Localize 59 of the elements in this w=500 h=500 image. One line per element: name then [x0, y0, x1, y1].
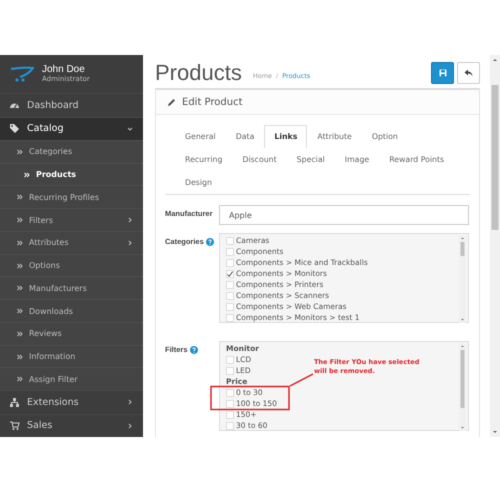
submenu-item[interactable]: Categories — [0, 140, 143, 163]
back-button[interactable] — [457, 62, 480, 84]
chevron-down-icon — [127, 126, 133, 132]
menu-item[interactable]: Extensions — [0, 390, 143, 414]
page-title: Products — [155, 60, 242, 86]
save-button[interactable] — [431, 62, 454, 84]
double-chevron-icon — [17, 354, 23, 360]
cart-logo-icon — [10, 66, 34, 82]
checkbox[interactable] — [226, 400, 234, 408]
menu-item[interactable]: Catalog — [0, 116, 143, 140]
submenu-item[interactable]: Manufacturers — [0, 276, 143, 300]
save-icon — [438, 69, 446, 77]
submenu-item[interactable]: Downloads — [0, 299, 143, 322]
manufacturer-field[interactable]: Apple — [219, 205, 469, 225]
double-chevron-icon — [17, 240, 23, 246]
double-chevron-icon — [24, 172, 30, 178]
submenu-item[interactable]: Filters — [0, 208, 143, 231]
help-icon — [190, 346, 198, 354]
double-chevron-icon — [17, 330, 23, 337]
double-chevron-icon — [17, 217, 23, 224]
double-chevron-icon — [17, 308, 23, 314]
sitemap-icon — [9, 396, 20, 408]
user-name: John Doe — [42, 64, 86, 76]
checkbox[interactable] — [226, 314, 234, 322]
checkbox[interactable] — [226, 410, 234, 418]
submenu-item[interactable]: Information — [0, 344, 143, 368]
checkbox[interactable] — [226, 356, 234, 364]
help-icon — [206, 238, 214, 246]
submenu-item[interactable]: Reviews — [0, 322, 143, 345]
submenu-item[interactable]: Recurring Profiles — [0, 185, 143, 208]
submenu-item[interactable]: Assign Filter — [0, 367, 143, 390]
leader-line — [290, 373, 314, 387]
double-chevron-icon — [17, 148, 23, 155]
double-chevron-icon — [17, 194, 23, 200]
checkbox[interactable] — [226, 236, 234, 244]
submenu-item[interactable]: Attributes — [0, 230, 143, 254]
pencil-icon — [167, 98, 176, 106]
checkbox[interactable] — [226, 302, 234, 310]
checkbox[interactable] — [226, 248, 234, 256]
cart-icon — [9, 420, 20, 432]
reply-arrow-icon — [464, 69, 473, 77]
checkbox[interactable] — [226, 258, 234, 266]
checkbox[interactable] — [226, 366, 234, 374]
chevron-right-icon — [127, 399, 133, 406]
checkbox[interactable] — [226, 388, 234, 396]
double-chevron-icon — [17, 285, 23, 292]
submenu-item[interactable]: Options — [0, 254, 143, 276]
tag-icon — [9, 123, 20, 134]
checkbox[interactable] — [226, 280, 234, 288]
menu-item[interactable]: Sales — [0, 414, 143, 437]
checkbox[interactable] — [226, 292, 234, 300]
panel-title: Edit Product — [182, 96, 243, 108]
checkbox[interactable] — [226, 422, 234, 430]
chevron-right-icon — [127, 240, 133, 246]
submenu-item[interactable]: Products — [0, 162, 143, 186]
double-chevron-icon — [17, 262, 23, 269]
chevron-right-icon — [127, 422, 133, 429]
double-chevron-icon — [17, 376, 23, 382]
chevron-right-icon — [127, 217, 133, 224]
